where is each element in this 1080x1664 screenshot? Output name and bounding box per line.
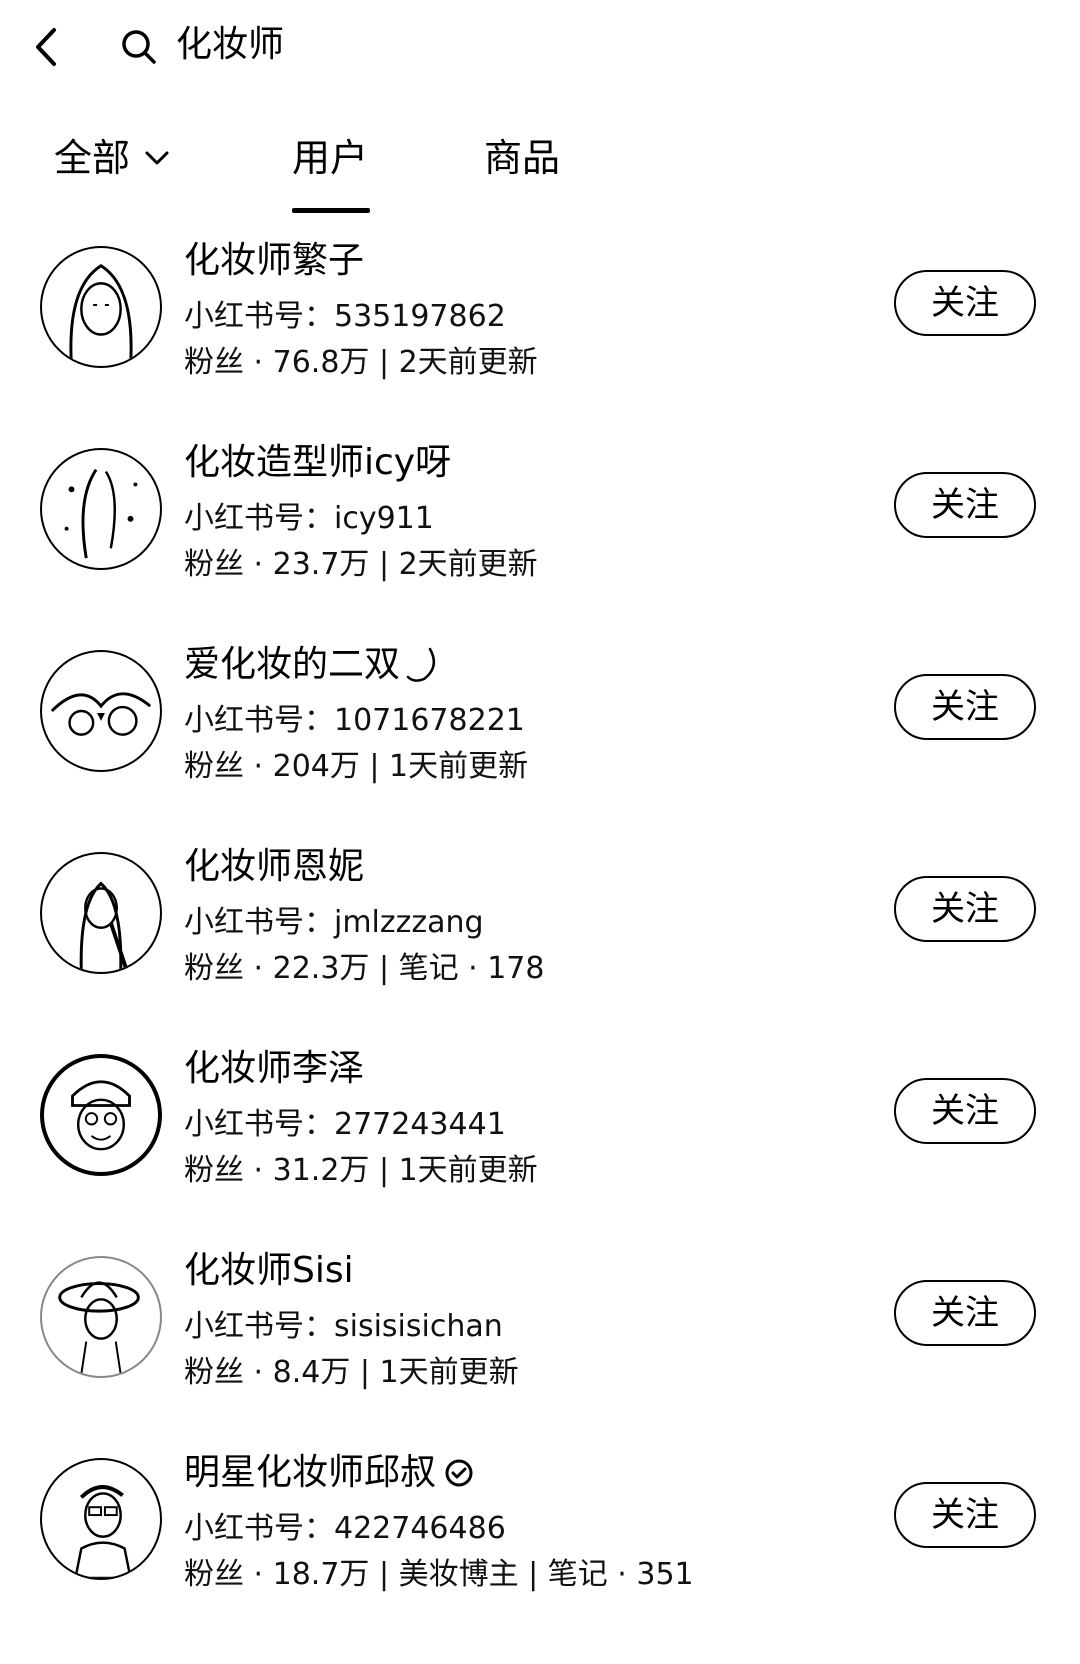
avatar[interactable] xyxy=(40,246,162,368)
user-list: 化妆师繁子 小红书号：535197862 粉丝 · 76.8万 | 2天前更新 … xyxy=(0,236,1080,1650)
moon-icon xyxy=(406,647,436,682)
follow-button[interactable]: 关注 xyxy=(894,1482,1036,1548)
user-meta: 粉丝 · 204万 | 1天前更新 xyxy=(184,749,529,784)
user-meta: 粉丝 · 8.4万 | 1天前更新 xyxy=(184,1355,519,1390)
search-icon[interactable] xyxy=(120,28,158,66)
tab-all-label: 全部 xyxy=(54,136,131,180)
user-row[interactable]: 化妆师李泽 小红书号：277243441 粉丝 · 31.2万 | 1天前更新 … xyxy=(0,1044,1080,1246)
user-id: 小红书号：1071678221 xyxy=(184,703,525,738)
avatar[interactable] xyxy=(40,1256,162,1378)
user-meta: 粉丝 · 76.8万 | 2天前更新 xyxy=(184,345,538,380)
user-name-text: 明星化妆师邱叔 xyxy=(184,1452,437,1493)
user-name: 爱化妆的二双 xyxy=(184,640,440,690)
user-id: 小红书号：535197862 xyxy=(184,299,506,334)
user-row[interactable]: 化妆师Sisi 小红书号：sisisisichan 粉丝 · 8.4万 | 1天… xyxy=(0,1246,1080,1448)
user-id: 小红书号：sisisisichan xyxy=(184,1309,503,1344)
tab-all[interactable]: 全部 xyxy=(54,130,170,186)
user-id: 小红书号：jmlzzzang xyxy=(184,905,484,940)
avatar[interactable] xyxy=(40,852,162,974)
user-row[interactable]: 化妆造型师icy呀 小红书号：icy911 粉丝 · 23.7万 | 2天前更新… xyxy=(0,438,1080,640)
search-query[interactable]: 化妆师 xyxy=(176,20,284,70)
avatar[interactable] xyxy=(40,1458,162,1580)
user-row[interactable]: 化妆师恩妮 小红书号：jmlzzzang 粉丝 · 22.3万 | 笔记 · 1… xyxy=(0,842,1080,1044)
user-meta: 粉丝 · 22.3万 | 笔记 · 178 xyxy=(184,951,545,986)
follow-button[interactable]: 关注 xyxy=(894,1280,1036,1346)
user-name: 化妆师Sisi xyxy=(184,1250,354,1291)
user-row[interactable]: 爱化妆的二双 小红书号：1071678221 粉丝 · 204万 | 1天前更新… xyxy=(0,640,1080,842)
avatar[interactable] xyxy=(40,448,162,570)
follow-button[interactable]: 关注 xyxy=(894,270,1036,336)
avatar[interactable] xyxy=(40,1054,162,1176)
follow-button[interactable]: 关注 xyxy=(894,1078,1036,1144)
user-name: 化妆师李泽 xyxy=(184,1048,365,1089)
follow-button[interactable]: 关注 xyxy=(894,472,1036,538)
tab-goods[interactable]: 商品 xyxy=(484,130,560,186)
user-row[interactable]: 化妆师繁子 小红书号：535197862 粉丝 · 76.8万 | 2天前更新 … xyxy=(0,236,1080,438)
follow-button[interactable]: 关注 xyxy=(894,674,1036,740)
user-name: 化妆造型师icy呀 xyxy=(184,442,452,483)
user-meta: 粉丝 · 23.7万 | 2天前更新 xyxy=(184,547,538,582)
back-arrow-icon[interactable] xyxy=(28,22,68,72)
user-meta: 粉丝 · 31.2万 | 1天前更新 xyxy=(184,1153,538,1188)
user-name: 化妆师繁子 xyxy=(184,240,365,281)
user-meta: 粉丝 · 18.7万 | 美妆博主 | 笔记 · 351 xyxy=(184,1557,694,1592)
user-name: 化妆师恩妮 xyxy=(184,846,365,887)
user-id: 小红书号：422746486 xyxy=(184,1511,506,1546)
active-tab-indicator xyxy=(292,208,370,213)
filter-tabs: 全部 用户 商品 xyxy=(0,120,1080,220)
user-name: 明星化妆师邱叔 xyxy=(184,1448,474,1498)
verified-badge-icon xyxy=(445,1459,473,1487)
chevron-down-icon xyxy=(145,151,169,165)
user-row[interactable]: 明星化妆师邱叔 小红书号：422746486 粉丝 · 18.7万 | 美妆博主… xyxy=(0,1448,1080,1650)
tab-user[interactable]: 用户 xyxy=(292,130,368,186)
user-id: 小红书号：icy911 xyxy=(184,501,434,536)
top-bar: 化妆师 xyxy=(0,0,1080,100)
follow-button[interactable]: 关注 xyxy=(894,876,1036,942)
avatar[interactable] xyxy=(40,650,162,772)
user-id: 小红书号：277243441 xyxy=(184,1107,506,1142)
user-name-text: 爱化妆的二双 xyxy=(184,644,401,685)
